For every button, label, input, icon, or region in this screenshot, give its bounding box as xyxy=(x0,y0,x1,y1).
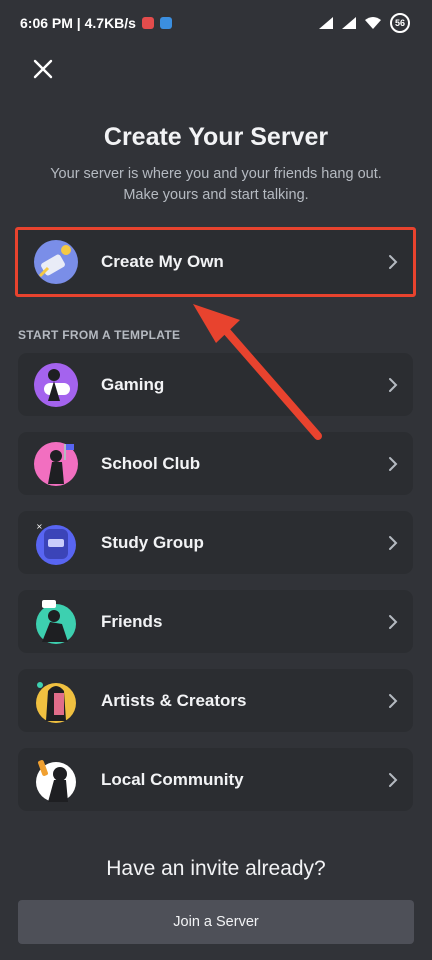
local-community-icon xyxy=(36,759,76,802)
close-icon xyxy=(33,59,53,79)
subtitle-line: Make yours and start talking. xyxy=(123,187,309,203)
page-subtitle: Your server is where you and your friend… xyxy=(36,164,396,206)
chevron-right-icon xyxy=(389,693,398,708)
create-own-label: Create My Own xyxy=(101,252,224,271)
template-friends[interactable]: Friends xyxy=(18,590,413,653)
create-my-own-button[interactable]: Create My Own xyxy=(15,227,416,297)
chevron-right-icon xyxy=(389,377,398,392)
signal-icon xyxy=(342,17,356,29)
artists-icon xyxy=(36,681,76,723)
friends-icon xyxy=(36,599,76,644)
chevron-right-icon xyxy=(389,614,398,629)
create-own-icon xyxy=(34,240,78,284)
status-left: 6:06 PM | 4.7KB/s xyxy=(20,15,172,31)
chevron-right-icon xyxy=(389,535,398,550)
section-label: START FROM A TEMPLATE xyxy=(18,328,181,342)
status-right: 56 xyxy=(319,13,410,33)
template-label: Local Community xyxy=(101,769,244,789)
signal-icon xyxy=(319,17,333,29)
template-label: Study Group xyxy=(101,532,204,552)
svg-text:×: × xyxy=(36,522,43,531)
template-label: Artists & Creators xyxy=(101,690,247,710)
close-button[interactable] xyxy=(28,54,58,84)
gaming-icon xyxy=(34,362,78,407)
template-school-club[interactable]: School Club xyxy=(18,432,413,495)
study-group-icon: × xyxy=(36,522,76,565)
notification-app-icon xyxy=(159,17,172,29)
chevron-right-icon xyxy=(389,255,398,269)
status-bar: 6:06 PM | 4.7KB/s 56 xyxy=(0,0,432,46)
page-title: Create Your Server xyxy=(103,123,329,151)
invite-heading: Have an invite already? xyxy=(106,857,326,880)
template-local-community[interactable]: Local Community xyxy=(18,748,413,811)
join-server-button[interactable]: Join a Server xyxy=(18,900,414,944)
school-club-icon xyxy=(34,441,78,486)
chevron-right-icon xyxy=(389,772,398,787)
chevron-right-icon xyxy=(389,456,398,471)
status-time: 6:06 PM | 4.7KB/s xyxy=(20,15,136,31)
template-study-group[interactable]: × Study Group xyxy=(18,511,413,574)
template-label: School Club xyxy=(101,453,201,473)
subtitle-line: Your server is where you and your friend… xyxy=(50,166,382,182)
template-label: Friends xyxy=(101,611,163,631)
notification-app-icon xyxy=(141,17,154,29)
template-artists-creators[interactable]: Artists & Creators xyxy=(18,669,413,732)
template-label: Gaming xyxy=(101,374,165,394)
wifi-icon xyxy=(365,17,381,29)
battery-icon: 56 xyxy=(390,13,410,33)
template-gaming[interactable]: Gaming xyxy=(18,353,413,416)
